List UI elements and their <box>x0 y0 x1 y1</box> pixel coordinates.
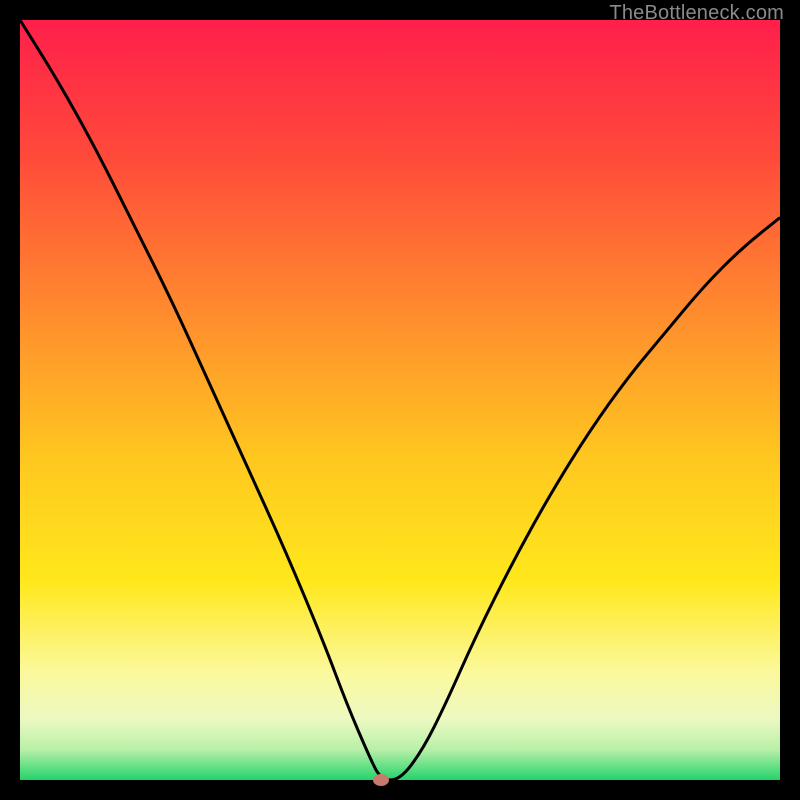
outer-frame: TheBottleneck.com <box>0 0 800 800</box>
curve-path <box>20 20 780 780</box>
watermark-text: TheBottleneck.com <box>609 2 784 25</box>
optimal-point-marker <box>373 774 389 786</box>
bottleneck-curve <box>20 20 780 780</box>
